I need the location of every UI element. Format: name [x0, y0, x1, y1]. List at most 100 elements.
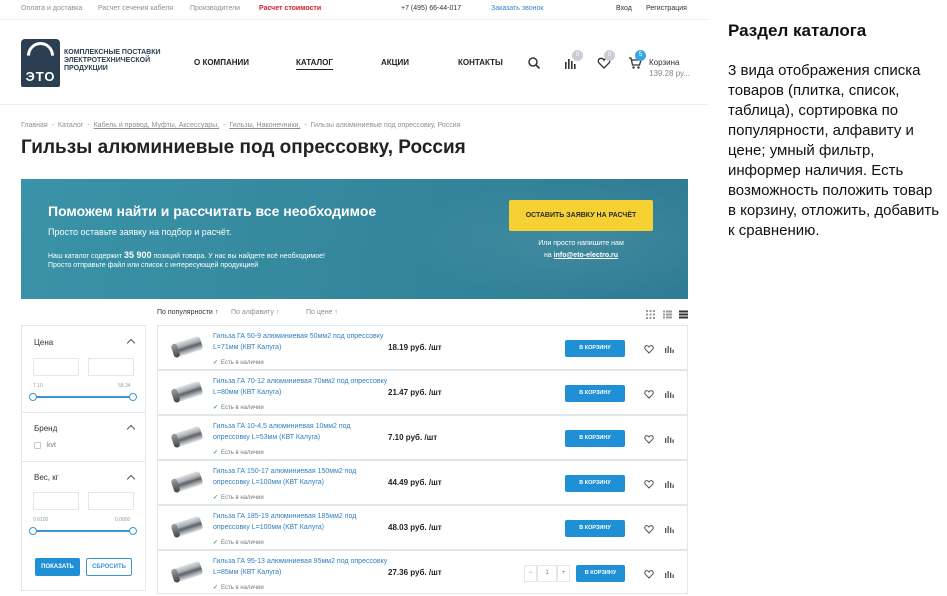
sort-by-popularity[interactable]: По популярности ↑: [157, 309, 218, 316]
price-slider-min-handle[interactable]: [29, 393, 37, 401]
chevron-up-icon[interactable]: [126, 338, 136, 348]
brand-kvt-label[interactable]: kvt: [47, 442, 56, 449]
filter-brand-label[interactable]: Бренд: [34, 424, 57, 433]
breadcrumb-sleeves[interactable]: Гильзы, Наконечники,: [229, 122, 300, 129]
chevron-up-icon[interactable]: [126, 424, 136, 434]
heart-icon[interactable]: [644, 569, 654, 579]
request-calculation-button[interactable]: Оставить заявку на расчёт: [509, 200, 653, 231]
stock-status: ✓ Есть в наличии: [213, 449, 264, 456]
weight-slider-max-handle[interactable]: [129, 527, 137, 535]
topbar-login-link[interactable]: Вход: [616, 5, 632, 12]
banner-catalog-size-text: Наш каталог содержит 35 900 позиций това…: [48, 250, 325, 260]
table-view-icon[interactable]: [679, 310, 688, 319]
weight-slider-min-handle[interactable]: [29, 527, 37, 535]
qty-input[interactable]: 1: [537, 565, 557, 582]
heart-icon[interactable]: [644, 344, 654, 354]
heart-icon[interactable]: [644, 389, 654, 399]
product-name-link[interactable]: Гильза ГА 50-9 алюминиевая 50мм2 под опр…: [213, 331, 388, 353]
add-to-cart-button[interactable]: В корзину: [565, 385, 625, 402]
nav-promo[interactable]: АКЦИИ: [381, 58, 409, 67]
stock-status: ✓ Есть в наличии: [213, 584, 264, 591]
cart-label[interactable]: Корзина: [649, 58, 679, 67]
filter-price-label[interactable]: Цена: [34, 338, 53, 347]
nav-catalog[interactable]: КАТАЛОГ: [296, 58, 333, 67]
heart-icon[interactable]: [644, 479, 654, 489]
add-to-cart-button[interactable]: В корзину: [565, 340, 625, 357]
heart-icon[interactable]: [644, 434, 654, 444]
price-slider-track[interactable]: [33, 396, 135, 398]
topbar-callback-link[interactable]: Заказать звонок: [491, 5, 543, 12]
breadcrumb-cable[interactable]: Кабель и провод, Муфты, Аксессуары,: [94, 122, 219, 129]
product-row: Гильза ГА 150-17 алюминиевая 150мм2 под …: [157, 460, 688, 505]
compare-icon[interactable]: [664, 389, 674, 399]
add-to-cart-button[interactable]: В корзину: [565, 475, 625, 492]
topbar-register-link[interactable]: Регистрация: [646, 5, 687, 12]
favorites-count-badge: 0: [604, 50, 615, 61]
product-image[interactable]: [170, 380, 204, 404]
product-name-link[interactable]: Гильза ГА 185-19 алюминиевая 185мм2 под …: [213, 511, 388, 533]
banner-email-link[interactable]: info@eto-electro.ru: [554, 252, 618, 259]
filter-reset-button[interactable]: Сбросить: [86, 558, 132, 576]
product-price: 48.03 руб. /шт: [388, 523, 442, 532]
price-range-max: 58.34: [118, 383, 131, 389]
product-price: 44.49 руб. /шт: [388, 478, 442, 487]
product-price: 18.19 руб. /шт: [388, 343, 442, 352]
chevron-up-icon[interactable]: [126, 474, 136, 484]
topbar-payment-link[interactable]: Оплата и доставка: [21, 5, 82, 12]
heart-icon[interactable]: [644, 524, 654, 534]
sort-by-alphabet[interactable]: По алфавиту ↑: [231, 309, 279, 316]
grid-view-icon[interactable]: [646, 310, 655, 319]
price-max-input[interactable]: [88, 358, 134, 376]
nav-contacts[interactable]: КОНТАКТЫ: [458, 58, 503, 67]
breadcrumb-catalog[interactable]: Каталог: [58, 122, 83, 129]
filter-weight-label[interactable]: Вес, кг: [34, 473, 59, 482]
add-to-cart-button[interactable]: В корзину: [565, 520, 625, 537]
product-name-link[interactable]: Гильза ГА 95-13 алюминиевая 95мм2 под оп…: [213, 556, 388, 578]
logo[interactable]: ЭТО: [21, 39, 60, 87]
product-name-link[interactable]: Гильза ГА 150-17 алюминиевая 150мм2 под …: [213, 466, 388, 488]
compare-icon[interactable]: [664, 434, 674, 444]
sort-by-price[interactable]: По цене ↑: [306, 309, 338, 316]
check-icon: ✓: [213, 495, 219, 501]
compare-icon[interactable]: [664, 344, 674, 354]
description-panel: Раздел каталога 3 вида отображения списк…: [708, 0, 947, 596]
banner-subline: Просто оставьте заявку на подбор и расчё…: [48, 227, 232, 237]
smart-filter: Цена 7.10 58.34 Бренд kvt Вес, кг 0.0100…: [21, 325, 146, 591]
compare-icon[interactable]: [664, 479, 674, 489]
topbar-cost-calc-link[interactable]: Расчет стоимости: [259, 5, 321, 12]
search-icon[interactable]: [527, 56, 541, 70]
product-image[interactable]: [170, 335, 204, 359]
weight-slider-track[interactable]: [33, 530, 135, 532]
logo-mark-text: ЭТО: [25, 69, 56, 84]
add-to-cart-button[interactable]: В корзину: [565, 430, 625, 447]
topbar-cable-calc-link[interactable]: Расчет сечения кабеля: [98, 5, 173, 12]
compare-icon[interactable]: [664, 524, 674, 534]
compare-icon[interactable]: [664, 569, 674, 579]
product-image[interactable]: [170, 470, 204, 494]
stock-status: ✓ Есть в наличии: [213, 404, 264, 411]
filter-show-button[interactable]: Показать: [35, 558, 80, 576]
sort-bar: По популярности ↑ По алфавиту ↑ По цене …: [157, 309, 688, 321]
breadcrumb-home[interactable]: Главная: [21, 122, 48, 129]
product-row: Гильза ГА 70-12 алюминиевая 70мм2 под оп…: [157, 370, 688, 415]
product-name-link[interactable]: Гильза ГА 70-12 алюминиевая 70мм2 под оп…: [213, 376, 388, 398]
list-view-icon[interactable]: [663, 310, 672, 319]
product-image[interactable]: [170, 560, 204, 584]
topbar-phone[interactable]: +7 (495) 66-44-017: [401, 5, 461, 12]
price-min-input[interactable]: [33, 358, 79, 376]
product-image[interactable]: [170, 425, 204, 449]
brand-kvt-checkbox[interactable]: [34, 442, 41, 449]
weight-max-input[interactable]: [88, 492, 134, 510]
banner-line1-pre: Наш каталог содержит: [48, 253, 124, 260]
stock-label: Есть в наличии: [221, 450, 264, 456]
product-image[interactable]: [170, 515, 204, 539]
price-slider-max-handle[interactable]: [129, 393, 137, 401]
qty-plus-button[interactable]: +: [557, 565, 570, 582]
weight-min-input[interactable]: [33, 492, 79, 510]
qty-minus-button[interactable]: −: [524, 565, 537, 582]
nav-about[interactable]: О КОМПАНИИ: [194, 58, 249, 67]
add-to-cart-button[interactable]: В корзину: [576, 565, 625, 582]
product-name-link[interactable]: Гильза ГА 10-4,5 алюминиевая 10мм2 под о…: [213, 421, 388, 443]
topbar-manufacturers-link[interactable]: Производители: [190, 5, 240, 12]
weight-range-max: 0.0800: [115, 517, 131, 523]
